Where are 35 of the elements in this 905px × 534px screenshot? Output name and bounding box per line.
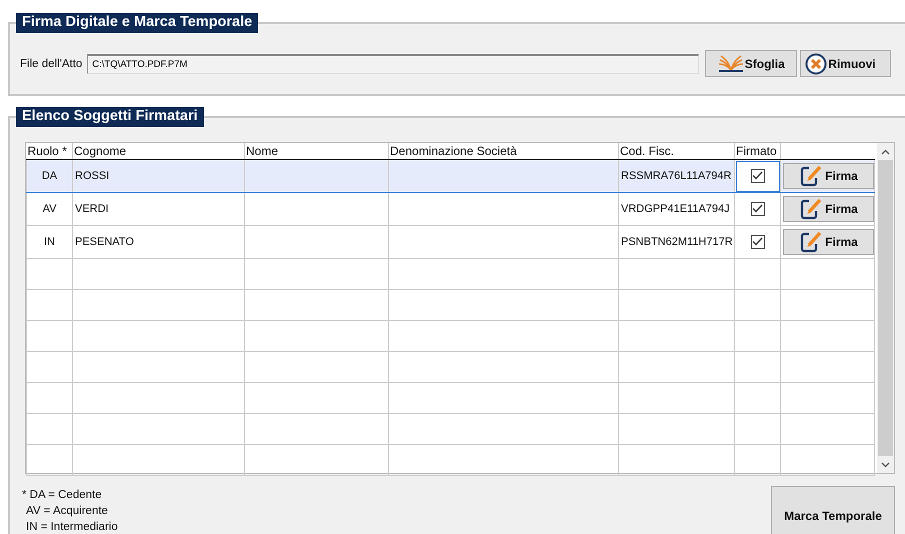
file-path-field[interactable]: C:\TQ\ATTO.PDF.P7M [87, 54, 700, 74]
field-label: File dell'Atto [20, 58, 82, 70]
checkbox[interactable] [750, 202, 764, 216]
table-row[interactable]: IN PESENATO PSNBTN62M11H717R Firma [26, 226, 874, 258]
sign-document-icon [799, 198, 824, 220]
checkbox[interactable] [750, 234, 764, 249]
table-cell: DA [26, 160, 72, 192]
sign-document-icon [799, 231, 824, 253]
scrollbar-thumb[interactable] [878, 160, 893, 456]
table-cell: ROSSI [72, 160, 244, 192]
table-cell: IN [26, 226, 72, 258]
timestamp-button[interactable]: Marca Temporale [771, 486, 895, 534]
legend-text: * DA = Cedente [22, 488, 103, 503]
remove-button[interactable]: Rimuovi [800, 50, 892, 77]
table-cell: RSSMRA76L11A794R [618, 160, 734, 192]
table-cell: VRDGPP41E11A794J [618, 192, 734, 226]
book-icon [718, 54, 744, 72]
browse-button[interactable]: Sfoglia [705, 50, 798, 77]
close-icon [805, 52, 828, 74]
legend-text: AV = Acquirente [25, 504, 109, 519]
legend-text: IN = Intermediario [25, 520, 118, 534]
table-cell: PSNBTN62M11H717R [618, 226, 734, 258]
panel-title: Firma Digitale e Marca Temporale [16, 13, 258, 33]
sign-button[interactable]: Firma [783, 229, 874, 255]
table-row[interactable]: AV VERDI VRDGPP41E11A794J Firma [26, 192, 874, 226]
checkbox[interactable] [750, 168, 764, 183]
panel-title: Elenco Soggetti Firmatari [16, 107, 204, 127]
table-row[interactable]: DA ROSSI RSSMRA76L11A794R Firma [26, 160, 874, 192]
sign-button[interactable]: Firma [783, 163, 874, 189]
scrollbar[interactable] [877, 143, 894, 473]
sign-button[interactable]: Firma [783, 196, 874, 222]
table-cell: PESENATO [72, 226, 244, 258]
table-cell: AV [26, 192, 72, 226]
table-cell: VERDI [72, 192, 244, 226]
sign-document-icon [799, 165, 824, 187]
